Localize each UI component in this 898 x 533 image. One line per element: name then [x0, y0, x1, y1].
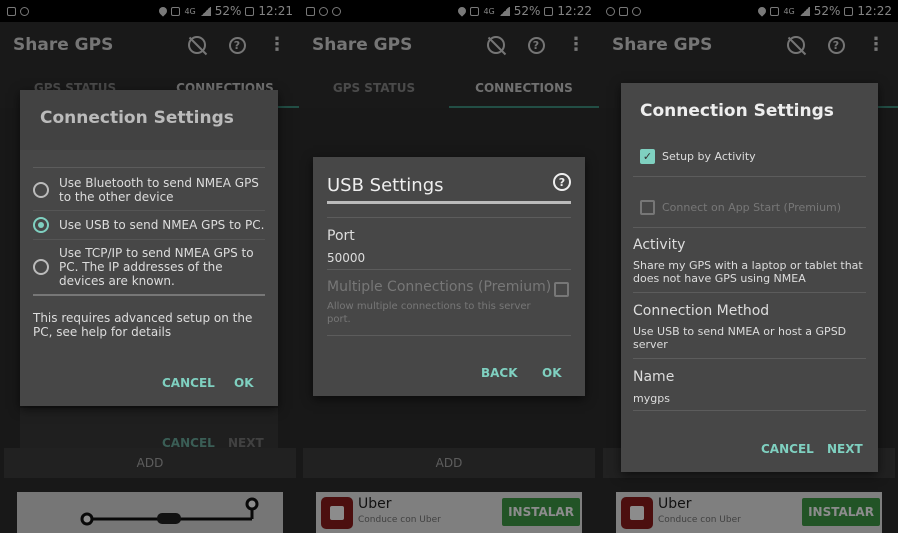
back-button[interactable]: BACK: [481, 366, 518, 380]
dialog-body: Use Bluetooth to send NMEA GPS to the ot…: [20, 150, 278, 406]
name-label: Name: [633, 369, 675, 385]
option-bluetooth-label: Use Bluetooth to send NMEA GPS to the ot…: [59, 176, 259, 204]
ok-button[interactable]: OK: [234, 376, 254, 390]
option-tcpip[interactable]: Use TCP/IP to send NMEA GPS to PC. The I…: [33, 240, 265, 296]
radio-tcpip[interactable]: [33, 259, 49, 275]
dialog-title: Connection Settings: [640, 101, 834, 121]
help-note: This requires advanced setup on the PC, …: [33, 311, 253, 339]
title-divider: [327, 201, 571, 204]
divider: [633, 227, 866, 228]
divider: [633, 176, 866, 177]
setup-by-activity-label: Setup by Activity: [662, 150, 756, 163]
connect-on-start-row[interactable]: Connect on App Start (Premium): [640, 200, 841, 215]
divider: [633, 410, 866, 411]
cancel-button[interactable]: CANCEL: [162, 376, 215, 390]
port-input[interactable]: 50000: [327, 251, 365, 265]
option-usb[interactable]: Use USB to send NMEA GPS to PC.: [33, 211, 265, 240]
dialog-title: USB Settings: [327, 175, 444, 196]
help-icon[interactable]: ?: [553, 173, 571, 191]
port-label: Port: [327, 228, 355, 244]
activity-label: Activity: [633, 237, 686, 253]
option-bluetooth[interactable]: Use Bluetooth to send NMEA GPS to the ot…: [33, 170, 265, 211]
divider: [633, 358, 866, 359]
top-divider: [33, 167, 265, 168]
setup-by-activity-checkbox[interactable]: ✓: [640, 149, 655, 164]
multi-label: Multiple Connections (Premium): [327, 279, 552, 295]
option-usb-label: Use USB to send NMEA GPS to PC.: [59, 218, 265, 232]
divider: [327, 269, 571, 270]
divider: [327, 217, 571, 218]
setup-by-activity-row[interactable]: ✓ Setup by Activity: [640, 149, 756, 164]
activity-desc[interactable]: Share my GPS with a laptop or tablet tha…: [633, 259, 865, 285]
usb-settings-dialog: USB Settings ? Port 50000 Multiple Conne…: [313, 157, 585, 396]
divider: [327, 335, 571, 336]
connection-settings-dialog: Connection Settings ✓ Setup by Activity …: [621, 83, 878, 472]
connection-settings-dialog: Connection Settings Use Bluetooth to sen…: [20, 90, 278, 406]
radio-usb[interactable]: [33, 217, 49, 233]
screen-1: 4G 52% 12:21 Share GPS ? ⋮ GPS STATUS CO…: [0, 0, 300, 533]
method-label: Connection Method: [633, 303, 770, 319]
next-button[interactable]: NEXT: [827, 442, 863, 456]
option-tcpip-label: Use TCP/IP to send NMEA GPS to PC. The I…: [59, 246, 254, 288]
ok-button[interactable]: OK: [542, 366, 562, 380]
method-desc[interactable]: Use USB to send NMEA or host a GPSD serv…: [633, 325, 848, 351]
dialog-title: Connection Settings: [40, 108, 234, 128]
screen-2: 4G 52% 12:22 Share GPS ? ⋮ GPS STATUS CO…: [299, 0, 599, 533]
name-input[interactable]: mygps: [633, 392, 670, 405]
screen-3: 4G 52% 12:22 Share GPS ? ⋮ GPS STATUS CO…: [599, 0, 898, 533]
cancel-button[interactable]: CANCEL: [761, 442, 814, 456]
connect-on-start-checkbox[interactable]: [640, 200, 655, 215]
radio-bluetooth[interactable]: [33, 182, 49, 198]
divider: [633, 292, 866, 293]
multi-connections-checkbox[interactable]: [554, 282, 569, 297]
connect-on-start-label: Connect on App Start (Premium): [662, 201, 842, 214]
multi-desc: Allow multiple connections to this serve…: [327, 301, 531, 325]
